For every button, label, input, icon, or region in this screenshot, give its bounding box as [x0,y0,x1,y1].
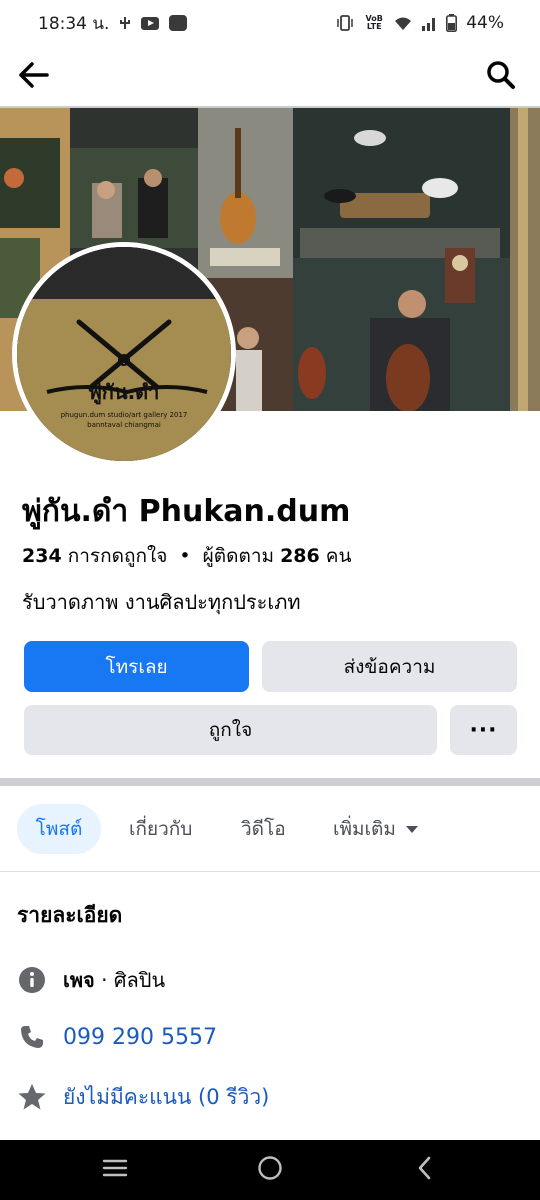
wifi-icon [394,16,412,31]
signal-icon [421,16,437,31]
home-button[interactable] [250,1152,290,1188]
phone-row[interactable]: 099 290 5557 [17,1020,217,1054]
back-button[interactable] [14,58,52,96]
phone-icon [17,1022,47,1052]
battery-percent: 44% [466,13,504,33]
section-divider [0,778,540,786]
clock: 18:34 น. [38,13,110,34]
send-message-button[interactable]: ส่งข้อความ [262,641,517,692]
logo-subtext-2: banntaval chiangmai [87,421,161,429]
page-title: พู่กัน.ดำ Phukan.dum [22,494,351,529]
logo-subtext: phugun.dum studio/art gallery 2017 [61,411,188,419]
app-header [0,46,540,106]
rating-row[interactable]: ยังไม่มีคะแนน (0 รีวิว) [17,1080,269,1114]
tab-more-label: เพิ่มเติม [333,818,396,840]
page-category: · ศิลปิน [94,968,166,992]
caret-down-icon [405,825,418,833]
network-label: VoB LTE [365,14,383,31]
home-circle-icon [257,1155,283,1185]
likes-label: การกดถูกใจ [67,545,168,567]
tab-more[interactable]: เพิ่มเติม [333,804,418,854]
battery-icon [446,14,458,32]
star-icon [17,1082,47,1112]
more-options-button[interactable]: ··· [450,705,517,755]
logo-image: พู่กัน.ดำ phugun.dum studio/art gallery … [17,247,231,461]
page-tabs: โพสต์ เกี่ยวกับ วิดีโอ เพิ่มเติม [0,786,540,872]
page-stats[interactable]: 234 การกดถูกใจ • ผู้ติดตาม 286 คน [22,541,351,571]
page-category-row: เพจ · ศิลปิน [17,963,165,997]
system-back-button[interactable] [405,1152,445,1188]
tab-about[interactable]: เกี่ยวกับ [129,804,192,854]
system-nav-bar [0,1140,540,1200]
page-type-label: เพจ [63,968,95,992]
like-button[interactable]: ถูกใจ [24,705,437,755]
usb-icon [119,16,131,30]
recent-apps-button[interactable] [95,1152,135,1188]
search-button[interactable] [482,58,520,96]
details-heading: รายละเอียด [17,903,123,927]
status-bar: 18:34 น. VoB LTE 44% [0,0,540,46]
arrow-left-icon [17,61,49,93]
followers-label: ผู้ติดตาม [202,545,275,567]
likes-count: 234 [22,545,62,567]
call-now-button[interactable]: โทรเลย [24,641,249,692]
followers-unit: คน [325,545,352,567]
stats-separator: • [179,545,191,567]
recent-apps-icon [102,1158,128,1182]
more-dots-icon: ··· [469,717,498,743]
chevron-left-icon [416,1156,434,1184]
info-icon [17,965,47,995]
rating-link[interactable]: ยังไม่มีคะแนน (0 รีวิว) [63,1081,269,1114]
profile-picture[interactable]: พู่กัน.ดำ phugun.dum studio/art gallery … [12,242,236,466]
phone-number-link[interactable]: 099 290 5557 [63,1025,217,1050]
app-notification-icon [169,15,188,31]
logo-text: พู่กัน.ดำ [89,380,160,406]
youtube-notification-icon [141,16,160,30]
tab-videos[interactable]: วิดีโอ [241,804,286,854]
followers-count: 286 [280,545,320,567]
vibrate-icon [336,15,354,31]
tab-posts[interactable]: โพสต์ [17,804,101,854]
search-icon [486,60,516,94]
page-bio: รับวาดภาพ งานศิลปะทุกประเภท [22,590,301,614]
